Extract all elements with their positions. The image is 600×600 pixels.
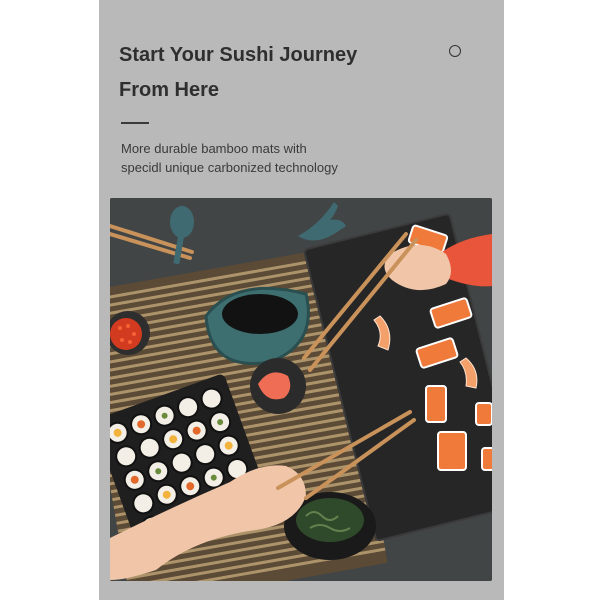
divider bbox=[121, 122, 149, 124]
ring-icon bbox=[449, 45, 461, 57]
title-line-1: Start Your Sushi Journey bbox=[119, 44, 358, 66]
product-description: More durable bamboo mats with specidl un… bbox=[121, 139, 338, 177]
sushi-scene-illustration bbox=[110, 198, 492, 581]
sushi-product-photo bbox=[110, 198, 492, 581]
title-line-2: From Here bbox=[119, 79, 220, 101]
description-line-2: specidl unique carbonized technology bbox=[121, 160, 338, 175]
description-line-1: More durable bamboo mats with bbox=[121, 141, 307, 156]
page-title: Start Your Sushi Journey From Here bbox=[119, 38, 419, 108]
